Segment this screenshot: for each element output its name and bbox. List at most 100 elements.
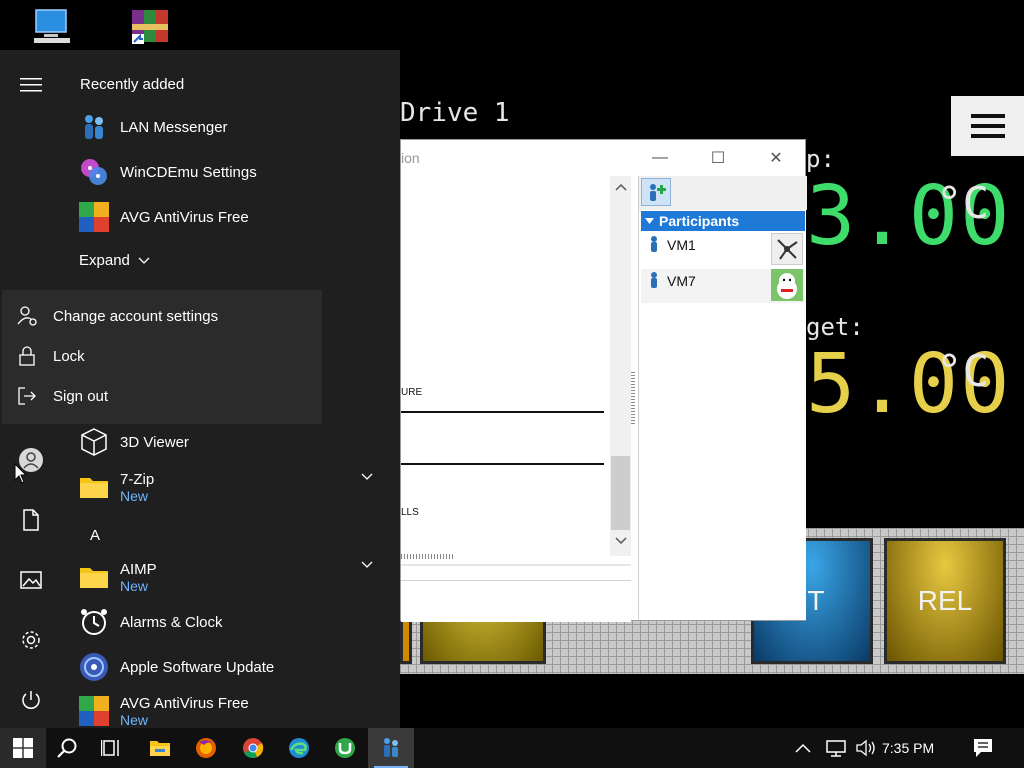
maximize-icon[interactable]: ☐ [703,146,733,170]
section-letter-a[interactable]: A [90,527,100,544]
app-7zip[interactable]: 7-Zip New [78,464,154,510]
divider-line [401,411,604,413]
new-badge: New [120,577,149,594]
app-avg-antivirus[interactable]: AVG AntiVirus Free [78,197,249,237]
search-button[interactable] [44,728,90,768]
menu-label: Change account settings [53,307,219,325]
hamburger-icon[interactable] [18,72,44,98]
task-view-button[interactable] [89,728,135,768]
horizontal-scrollbar[interactable] [401,554,453,559]
hamburger-menu-icon[interactable] [951,96,1024,156]
recently-added-heading: Recently added [80,76,185,93]
folder-icon [80,478,108,498]
taskbar: 7:35 PM [0,728,1024,768]
scroll-down-icon [615,537,627,545]
minimize-glyph: — [652,149,668,166]
chrome-icon [243,738,264,758]
scroll-thumb[interactable] [611,456,630,530]
taskbar-clock[interactable]: 7:35 PM [882,728,934,768]
settings-gear-icon[interactable] [18,627,44,653]
chat-text-2: LLS [401,507,419,518]
app-lan-messenger[interactable]: LAN Messenger [78,107,228,147]
control-button-rel[interactable]: REL [884,538,1006,664]
participant-name: VM1 [667,237,696,253]
participant-name: VM7 [667,273,696,289]
participants-pane: Participants VM1 VM7 [638,176,807,620]
volume-icon [856,739,875,757]
menu-label: Sign out [53,387,109,405]
participant-row[interactable]: VM1 [641,233,805,267]
task-view-icon [101,740,119,756]
firefox-button[interactable] [183,728,229,768]
participants-group-header[interactable]: Participants [641,211,805,231]
app-label: AIMP [120,560,157,578]
add-participant-icon[interactable] [641,178,671,206]
avg-icon [79,202,109,232]
show-hidden-icons-button[interactable] [783,728,823,768]
app-alarms-clock[interactable]: Alarms & Clock [78,602,223,642]
new-badge: New [120,487,149,504]
sign-out[interactable]: Sign out [16,378,108,414]
volume-button[interactable] [848,728,884,768]
window-title: ion [401,150,420,166]
change-account-settings[interactable]: Change account settings [16,298,218,334]
new-badge: New [120,711,149,728]
chevron-down-icon [138,257,150,264]
chat-text-1: URE [401,387,423,398]
participants-header-label: Participants [659,213,740,229]
app-aimp[interactable]: AIMP New [78,554,157,600]
participants-toolbar [639,176,807,210]
window-titlebar[interactable]: ion — ☐ ✕ [401,140,805,176]
minimize-icon[interactable]: — [645,146,675,170]
expand-button[interactable]: Expand [79,252,150,269]
network-icon [826,740,846,757]
chevron-down-icon[interactable] [360,470,374,484]
cube-icon [81,428,107,456]
power-icon[interactable] [18,687,44,713]
clock-time: 7:35 PM [882,740,935,756]
message-input[interactable] [401,580,631,620]
apple-update-icon [80,653,108,681]
expand-label: Expand [79,252,130,269]
edge-button[interactable] [276,728,322,768]
collapse-arrow-icon [645,218,654,224]
app-wincdemu-settings[interactable]: WinCDEmu Settings [78,152,257,192]
app-label: AVG AntiVirus Free [120,694,249,712]
splitter-grip[interactable] [631,372,635,426]
close-icon[interactable]: ✕ [761,146,791,170]
lan-messenger-icon [384,738,398,757]
lucky-cat-avatar-icon [771,269,803,301]
chevron-down-icon[interactable] [360,558,374,572]
participant-row[interactable]: VM7 [641,269,805,303]
file-explorer-button[interactable] [137,728,183,768]
edge-icon [289,738,309,758]
winrar-desktop-icon[interactable] [128,6,172,50]
wincdemu-icon [81,159,107,185]
search-icon [57,738,77,758]
app-label: Alarms & Clock [120,613,223,631]
app-label: 3D Viewer [120,433,189,451]
mouse-cursor-icon [14,463,28,484]
folder-icon [80,568,108,588]
lan-messenger-taskbar-button[interactable] [368,728,414,768]
vertical-scrollbar[interactable] [610,176,635,556]
this-pc-desktop-icon[interactable] [30,6,74,50]
start-button[interactable] [0,728,46,768]
lock-icon [19,346,35,366]
divider-line [401,463,604,465]
documents-icon[interactable] [18,507,44,533]
avg-icon [79,696,109,726]
target-unit: °C [936,346,989,397]
sign-out-icon [18,387,36,405]
utorrent-button[interactable] [322,728,368,768]
app-3d-viewer[interactable]: 3D Viewer [78,422,189,462]
utorrent-icon [335,738,355,758]
action-center-button[interactable] [960,728,1006,768]
chat-area: URE LLS [401,176,635,622]
pictures-icon[interactable] [18,567,44,593]
app-apple-software-update[interactable]: Apple Software Update [78,647,274,687]
chrome-button[interactable] [230,728,276,768]
account-flyout: Change account settings Lock Sign out [2,290,322,424]
close-glyph: ✕ [769,150,783,167]
lock[interactable]: Lock [16,338,85,374]
